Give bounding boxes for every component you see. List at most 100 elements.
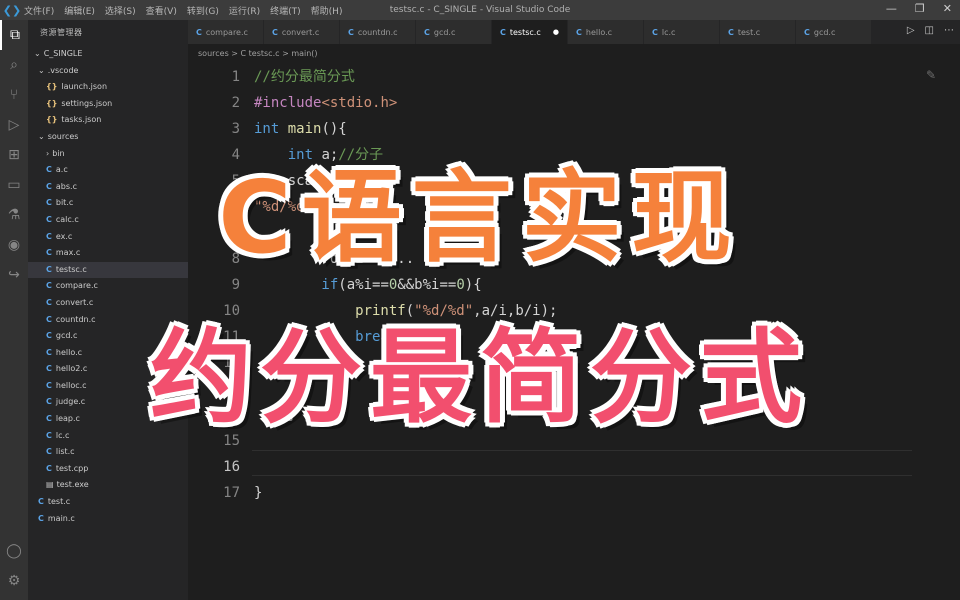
editor-tab[interactable]: Ccompare.c (188, 20, 264, 44)
menu-item[interactable]: 查看(V) (146, 4, 177, 17)
menu-item[interactable]: 选择(S) (105, 4, 136, 17)
close-button[interactable]: ✕ (943, 2, 952, 15)
file-tree-item[interactable]: Ctest.c (28, 494, 188, 511)
editor-tab[interactable]: Cgcd.c (796, 20, 872, 44)
line-number: 15 (223, 433, 240, 449)
title-bar: ❮❯ 文件(F) 编辑(E) 选择(S) 查看(V) 转到(G) 运行(R) 终端(T) 帮助… (0, 0, 960, 20)
line-number: 14 (223, 407, 240, 423)
binary-file-icon: ▤ (46, 480, 54, 490)
c-file-icon: C (728, 27, 734, 37)
file-tree-item[interactable]: {} launch.json (28, 79, 188, 96)
editor-tab[interactable]: Clc.c (644, 20, 720, 44)
c-file-icon: C (46, 314, 52, 324)
code-token: int (254, 147, 322, 163)
file-tree-item[interactable]: Cgcd.c (28, 328, 188, 345)
run-file-icon[interactable]: ▷ (907, 25, 915, 36)
minimize-button[interactable]: — (886, 2, 897, 15)
file-tree-item[interactable]: Chelloc.c (28, 378, 188, 395)
file-tree-label: test.cpp (55, 463, 89, 473)
editor-tab[interactable]: Ccountdn.c (340, 20, 416, 44)
editor-tab[interactable]: Cconvert.c (264, 20, 340, 44)
editor-tab-bar: Ccompare.c Cconvert.c Ccountdn.c Cgcd.c Ctes… (188, 20, 960, 44)
file-tree-item[interactable]: Cleap.c (28, 411, 188, 428)
menu-item[interactable]: 文件(F) (24, 4, 54, 17)
maximize-button[interactable]: ❐ (915, 2, 925, 15)
window-controls: — ❐ ✕ (886, 2, 952, 15)
file-tree: ⌄ C_SINGLE ⌄ .vscode{} launch.json{} settings… (28, 46, 188, 527)
file-tree-item[interactable]: Chello2.c (28, 361, 188, 378)
file-tree-item[interactable]: Cex.c (28, 229, 188, 246)
file-tree-item[interactable]: ⌄ .vscode (28, 63, 188, 80)
line-number: 6 (231, 199, 240, 215)
run-debug-icon[interactable]: ▷ (0, 110, 28, 140)
editor-tab[interactable]: Ctestsc.c ● (492, 20, 568, 44)
file-tree-item[interactable]: {} settings.json (28, 96, 188, 113)
explorer-sidebar: 资源管理器 ⌄ C_SINGLE ⌄ .vscode{} launch.json{} se… (28, 20, 188, 600)
c-file-icon: C (348, 27, 354, 37)
file-tree-label: tasks.json (61, 115, 102, 125)
code-line: 1 //约分最简分式 (188, 64, 355, 90)
github-icon[interactable]: ◉ (0, 230, 28, 260)
c-file-icon: C (38, 497, 44, 507)
menu-item[interactable]: 转到(G) (187, 4, 219, 17)
file-tree-item[interactable]: Cbit.c (28, 195, 188, 212)
file-tree-item[interactable]: Ctest.cpp (28, 461, 188, 478)
file-tree-label: lc.c (55, 430, 70, 440)
file-tree-item[interactable]: Ccompare.c (28, 278, 188, 295)
file-tree-item[interactable]: Ca.c (28, 162, 188, 179)
json-file-icon: {} (46, 98, 58, 108)
split-editor-icon[interactable]: ◫ (925, 25, 934, 36)
file-tree-item[interactable]: ⌄ sources (28, 129, 188, 146)
testing-icon[interactable]: ⚗ (0, 200, 28, 230)
menu-item[interactable]: 运行(R) (229, 4, 260, 17)
file-tree-item[interactable]: Cjudge.c (28, 394, 188, 411)
settings-gear-icon[interactable]: ⚙ (0, 566, 28, 596)
c-file-icon: C (46, 447, 52, 457)
menu-item[interactable]: 帮助(H) (311, 4, 343, 17)
file-tree-item[interactable]: Clc.c (28, 428, 188, 445)
file-tree-item[interactable]: Chello.c (28, 345, 188, 362)
c-file-icon: C (46, 181, 52, 191)
file-tree-item[interactable]: Cmain.c (28, 511, 188, 528)
c-file-icon: C (46, 364, 52, 374)
file-tree-item[interactable]: › bin (28, 146, 188, 163)
tab-label: compare.c (205, 27, 248, 37)
editor-tab[interactable]: Cgcd.c (416, 20, 492, 44)
source-control-icon[interactable]: ⑂ (0, 80, 28, 110)
line-number: 2 (231, 95, 240, 111)
menu-item[interactable]: 编辑(E) (64, 4, 95, 17)
file-tree-item[interactable]: ⌄ C_SINGLE (28, 46, 188, 63)
file-tree-label: settings.json (61, 98, 113, 108)
tab-label: lc.c (661, 27, 676, 37)
code-editor[interactable]: ✎ 1//约分最简分式 2 #include<stdio.h> 3 int main()… (188, 62, 960, 600)
c-file-icon: C (46, 463, 52, 473)
extensions-icon[interactable]: ⊞ (0, 140, 28, 170)
breadcrumb[interactable]: sources > C testsc.c > main() (198, 46, 318, 62)
editor-tab[interactable]: Chello.c (568, 20, 644, 44)
file-tree-item[interactable]: Ccountdn.c (28, 312, 188, 329)
code-token: } (254, 485, 263, 501)
explorer-icon[interactable]: ⧉ (0, 20, 28, 50)
c-file-icon: C (46, 430, 52, 440)
file-tree-item[interactable]: Cabs.c (28, 179, 188, 196)
remote-explorer-icon[interactable]: ▭ (0, 170, 28, 200)
account-icon[interactable]: ◯ (0, 536, 28, 566)
unsaved-dot-icon[interactable]: ● (553, 28, 559, 36)
file-tree-label: hello2.c (55, 364, 88, 374)
editor-tab[interactable]: Ctest.c (720, 20, 796, 44)
file-tree-item[interactable]: Ccalc.c (28, 212, 188, 229)
file-tree-item[interactable]: Cmax.c (28, 245, 188, 262)
code-line: 17} (188, 480, 262, 506)
file-tree-item[interactable]: {} tasks.json (28, 112, 188, 129)
file-tree-item[interactable]: Cconvert.c (28, 295, 188, 312)
code-line: 4 int a;//分子 (188, 142, 384, 168)
editor-actions: ▷ ◫ ⋯ (907, 25, 954, 36)
file-tree-item[interactable]: Clist.c (28, 444, 188, 461)
file-tree-item[interactable]: Ctestsc.c (28, 261, 188, 279)
minimap-icon: ✎ (925, 68, 936, 82)
more-actions-icon[interactable]: ⋯ (944, 25, 954, 36)
live-share-icon[interactable]: ↪ (0, 260, 28, 290)
search-icon[interactable]: ⌕ (0, 50, 28, 80)
menu-item[interactable]: 终端(T) (270, 4, 301, 17)
file-tree-item[interactable]: ▤ test.exe (28, 477, 188, 494)
